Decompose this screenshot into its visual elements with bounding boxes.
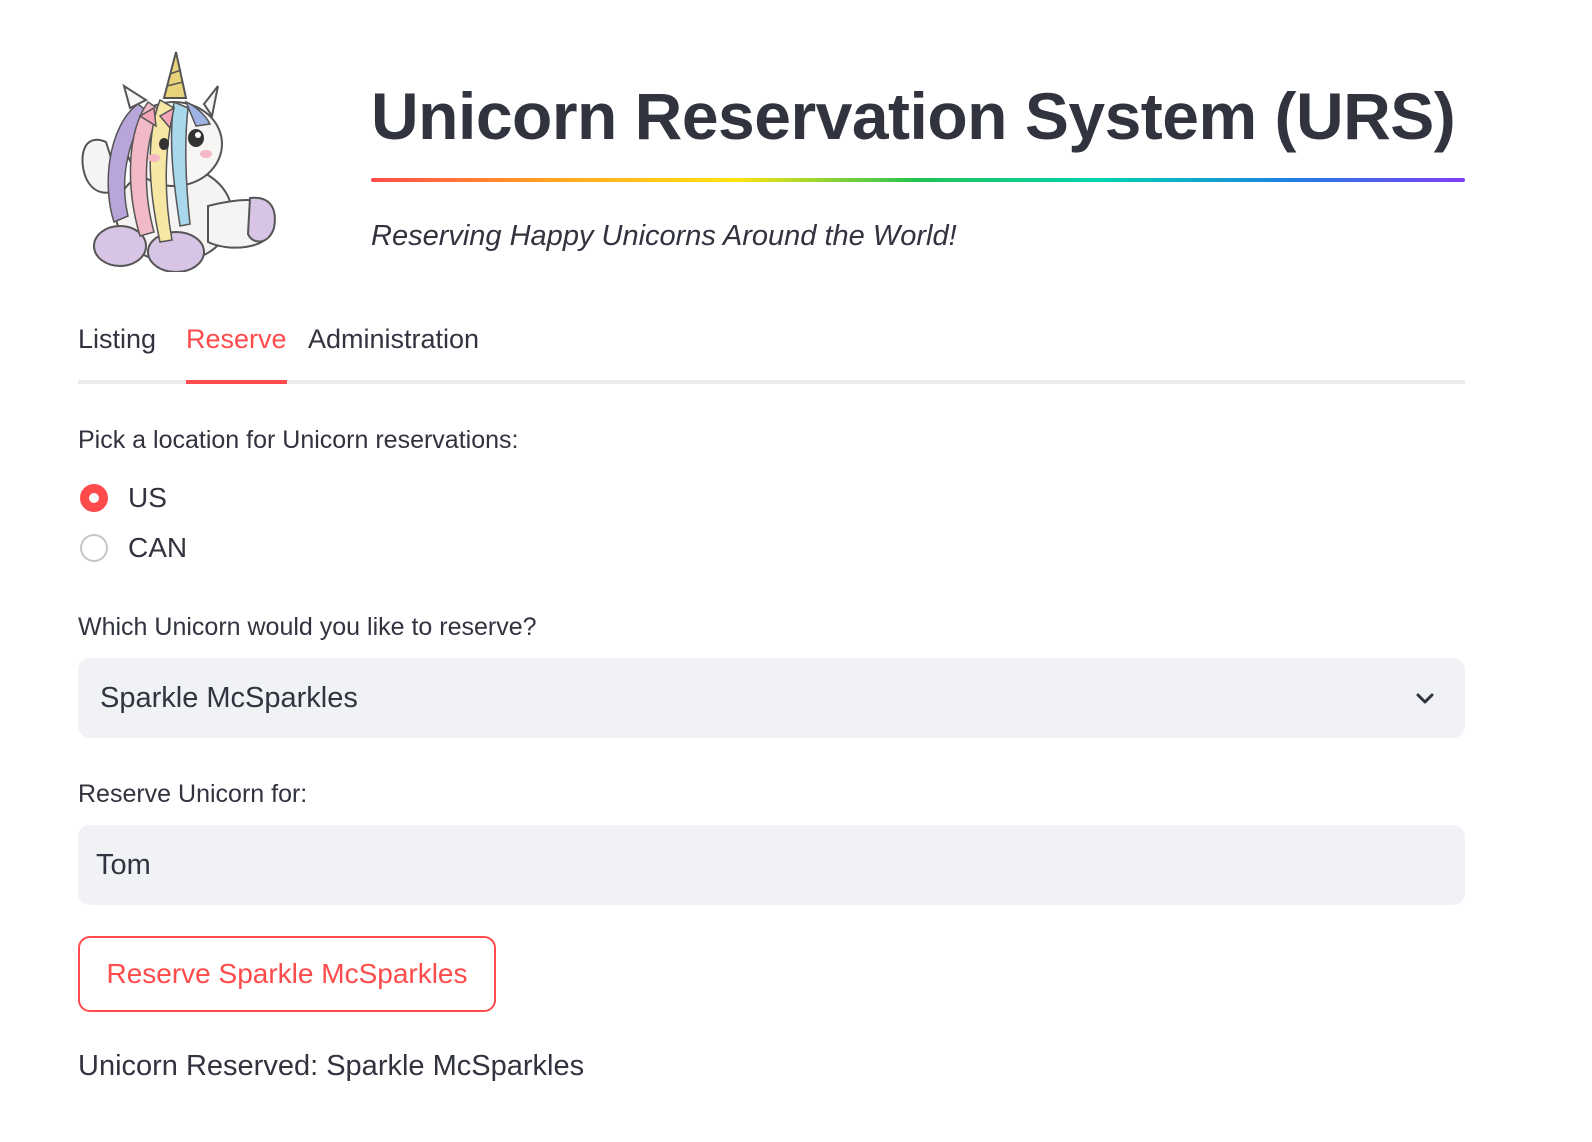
location-label: Pick a location for Unicorn reservations… — [78, 426, 519, 454]
tab-label: Listing — [78, 324, 157, 354]
tab-label: Administration — [308, 324, 480, 354]
tab-bar: Listing Reserve Administration — [78, 318, 1465, 384]
radio-label: US — [128, 482, 167, 513]
tab-label: Reserve — [186, 324, 287, 354]
unicorn-select[interactable]: Sparkle McSparkles — [78, 658, 1465, 738]
page-title: Unicorn Reservation System (URS) — [371, 79, 1456, 153]
reservation-result-text: Unicorn Reserved: Sparkle McSparkles — [78, 1050, 585, 1082]
radio-label: CAN — [128, 532, 188, 563]
radio-unchecked-icon[interactable] — [80, 534, 108, 562]
page-subtitle: Reserving Happy Unicorns Around the Worl… — [371, 220, 957, 252]
rainbow-divider — [371, 178, 1465, 182]
unicorn-select-label: Which Unicorn would you like to reserve? — [78, 613, 537, 641]
tab-administration[interactable]: Administration — [308, 324, 479, 355]
unicorn-select-value: Sparkle McSparkles — [100, 681, 358, 714]
tab-listing[interactable]: Listing — [78, 324, 156, 355]
radio-checked-icon[interactable] — [80, 484, 108, 512]
reserve-for-label: Reserve Unicorn for: — [78, 780, 308, 808]
reserve-button[interactable]: Reserve Sparkle McSparkles — [78, 936, 496, 1012]
radio-us[interactable]: US — [80, 480, 167, 516]
unicorn-logo-icon — [81, 51, 276, 272]
reserve-for-input[interactable] — [78, 825, 1465, 905]
chevron-down-icon[interactable] — [1413, 686, 1437, 710]
radio-can[interactable]: CAN — [80, 530, 187, 566]
active-tab-indicator — [186, 380, 287, 384]
tab-reserve[interactable]: Reserve — [186, 324, 287, 384]
